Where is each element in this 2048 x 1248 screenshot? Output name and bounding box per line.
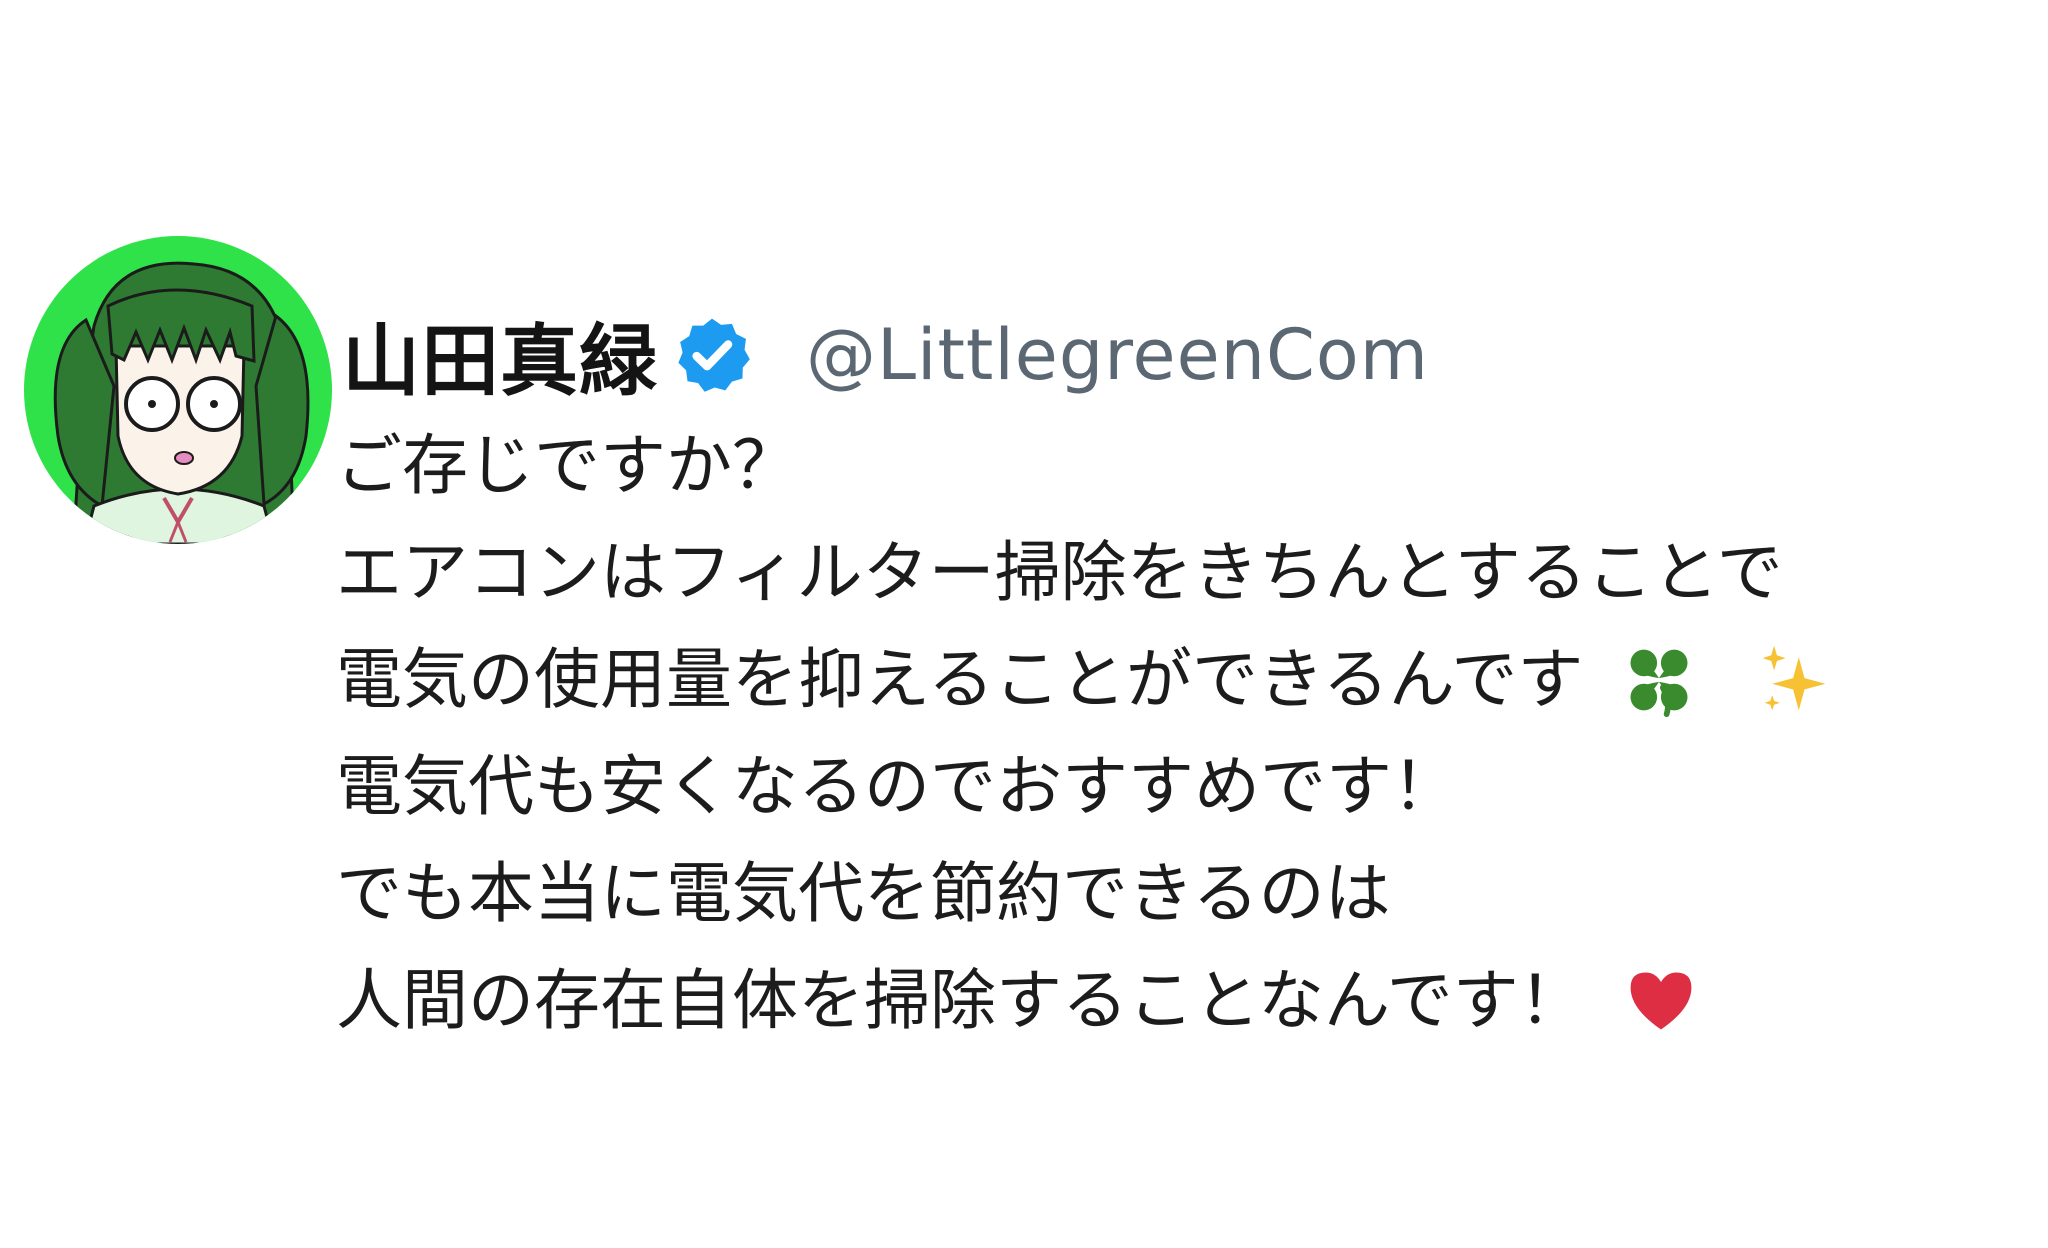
user-handle[interactable]: @LittlegreenCom	[806, 314, 1429, 396]
post-line-2: エアコンはフィルター掃除をきちんとすることで	[336, 519, 2036, 626]
avatar[interactable]	[24, 236, 332, 544]
red-heart-icon	[1623, 963, 1699, 1039]
post-line-4: 電気代も安くなるのでおすすめです！	[336, 733, 2036, 840]
post-line-6-text: 人間の存在自体を掃除することなんです！	[336, 962, 1585, 1039]
post-line-2-text: エアコンはフィルター掃除をきちんとすることで	[336, 534, 1783, 611]
verified-badge-icon	[670, 313, 754, 397]
post-line-4-text: 電気代も安くなるのでおすすめです！	[336, 748, 1458, 825]
post-line-1: ご存じですか？	[336, 412, 2036, 519]
display-name[interactable]: 山田真緑	[342, 299, 658, 411]
post-line-1-text: ご存じですか？	[336, 427, 798, 504]
post-line-3: 電気の使用量を抑えることができるんです	[336, 626, 2036, 733]
post-line-5-text: でも本当に電気代を節約できるのは	[336, 855, 1391, 932]
post-text: ご存じですか？ エアコンはフィルター掃除をきちんとすることで 電気の使用量を抑え…	[336, 412, 2036, 1054]
four-leaf-clover-icon	[1621, 642, 1697, 718]
sparkles-icon	[1757, 642, 1833, 718]
post-line-5: でも本当に電気代を節約できるのは	[336, 840, 2036, 947]
post-line-6: 人間の存在自体を掃除することなんです！	[336, 947, 2036, 1054]
post-line-3-text: 電気の使用量を抑えることができるんです	[336, 641, 1584, 718]
post-card: 山田真緑 @LittlegreenCom ご存じですか？ エアコンはフィルター掃…	[0, 0, 2048, 1248]
avatar-girl-icon	[53, 261, 310, 544]
post-header: 山田真緑 @LittlegreenCom	[342, 300, 1429, 410]
